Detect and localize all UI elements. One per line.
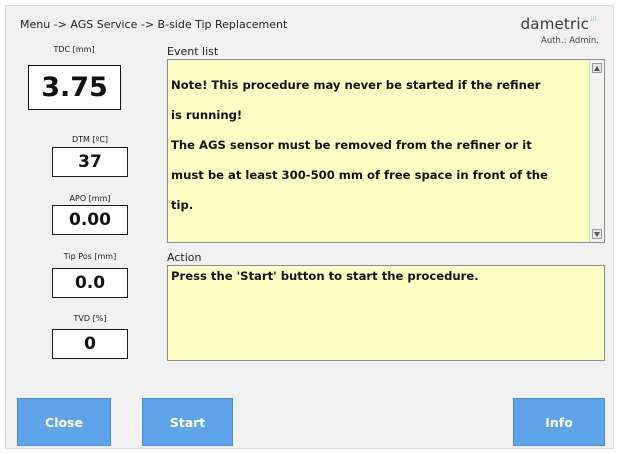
- event-list-label: Event list: [167, 45, 219, 58]
- event-line: is running!: [171, 108, 243, 122]
- event-line: tip.: [171, 198, 194, 212]
- gauge-value-apo: 0.00: [52, 205, 128, 235]
- brand-logo: dametricIII: [521, 15, 597, 33]
- start-button[interactable]: Start: [142, 398, 233, 446]
- triangle-down-icon: [594, 231, 600, 237]
- app-window: Menu -> AGS Service -> B-side Tip Replac…: [5, 5, 614, 449]
- info-button[interactable]: Info: [513, 398, 605, 446]
- close-button[interactable]: Close: [17, 398, 111, 446]
- auth-level: Auth.: Admin.: [541, 36, 599, 46]
- event-list-scrollbar[interactable]: [589, 60, 604, 242]
- scroll-up-button[interactable]: [592, 63, 602, 73]
- event-list-panel[interactable]: Note! This procedure may never be starte…: [167, 59, 605, 243]
- action-panel: Press the 'Start' button to start the pr…: [167, 265, 605, 361]
- brand-mark-icon: III: [590, 15, 597, 23]
- gauge-value-tvd: 0: [52, 329, 128, 359]
- event-line: must be at least 300-500 mm of free spac…: [171, 168, 548, 182]
- scroll-down-button[interactable]: [592, 229, 602, 239]
- brand-name: dametric: [520, 15, 590, 33]
- gauge-value-tip-pos: 0.0: [52, 268, 128, 298]
- breadcrumb: Menu -> AGS Service -> B-side Tip Replac…: [20, 18, 288, 31]
- gauge-value-tdc: 3.75: [28, 65, 121, 110]
- event-line: Note! This procedure may never be starte…: [171, 78, 541, 92]
- action-label: Action: [167, 251, 202, 264]
- action-text: Press the 'Start' button to start the pr…: [171, 269, 479, 283]
- gauge-value-dtm: 37: [52, 147, 128, 177]
- gauge-label-tdc: TDC [mm]: [53, 45, 95, 54]
- gauge-label-apo: APO [mm]: [69, 194, 111, 203]
- gauge-label-tip-pos: Tip Pos [mm]: [63, 252, 117, 261]
- gauge-label-dtm: DTM [ºC]: [71, 135, 109, 144]
- gauge-label-tvd: TVD [%]: [73, 314, 107, 323]
- event-line: The AGS sensor must be removed from the …: [171, 138, 532, 152]
- triangle-up-icon: [594, 65, 600, 71]
- event-list-text: Note! This procedure may never be starte…: [171, 63, 584, 228]
